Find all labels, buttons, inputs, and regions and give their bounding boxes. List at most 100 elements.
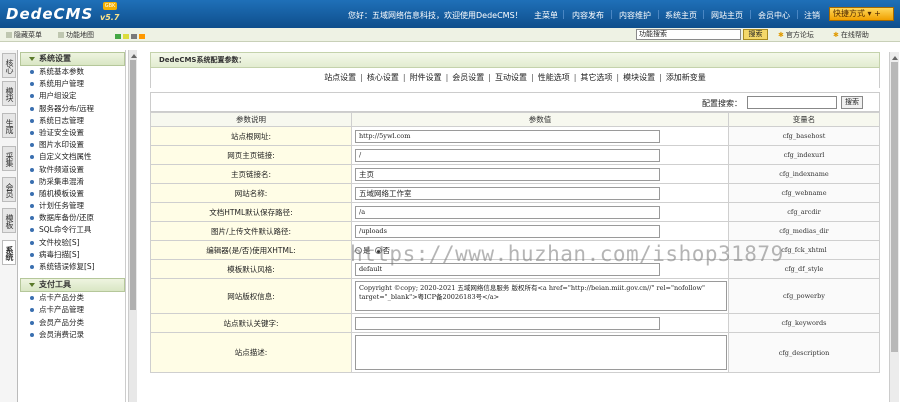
sidebar-item[interactable]: 会员消费记录 [20, 329, 125, 341]
function-map-button[interactable]: 功能地图 [58, 30, 94, 40]
sidebar-item[interactable]: 服务器分布/远程 [20, 103, 125, 115]
scroll-thumb[interactable] [130, 60, 136, 310]
function-search-input[interactable]: 功能搜索 [636, 29, 741, 40]
sidebar-item[interactable]: 病毒扫描[S] [20, 249, 125, 261]
param-value-input[interactable]: 主页 [355, 167, 660, 181]
param-label: 图片/上传文件默认路径: [150, 221, 352, 241]
nav-system-home[interactable]: 系统主页 [665, 10, 697, 21]
vtab-system[interactable]: 系统 [2, 240, 16, 265]
param-value-input[interactable]: http://5ywl.com [355, 129, 660, 143]
sidebar-item[interactable]: 系统日志管理 [20, 115, 125, 127]
main-scrollbar[interactable] [889, 52, 899, 402]
version-label: v5.7 [100, 13, 120, 22]
quick-menu-button[interactable]: 快捷方式 ▾ + [829, 7, 894, 21]
param-variable: cfg_indexname [728, 164, 880, 184]
sidebar-item[interactable]: 随机模板设置 [20, 188, 125, 200]
forum-link[interactable]: ✱ 官方论坛 [778, 30, 814, 40]
swatch-gray[interactable] [131, 34, 137, 39]
sidebar-item[interactable]: 图片水印设置 [20, 139, 125, 151]
sidebar-item[interactable]: SQL命令行工具 [20, 224, 125, 236]
sidebar-item[interactable]: 系统基本参数 [20, 66, 125, 78]
sidebar-scrollbar[interactable] [128, 50, 137, 402]
config-tab[interactable]: 性能选项 [535, 68, 573, 88]
config-tabs: 站点设置 | 核心设置 | 附件设置 | 会员设置 | 互动设置 | 性能选项 | 其它选项 | 模块设置 |… [150, 68, 880, 88]
help-link[interactable]: ✱ 在线帮助 [833, 30, 869, 40]
config-tab[interactable]: 附件设置 [407, 68, 445, 88]
param-label: 站点默认关键字: [150, 313, 352, 333]
config-tab[interactable]: 添加新变量 [663, 68, 709, 88]
hide-menu-button[interactable]: 隐藏菜单 [6, 30, 42, 40]
sidebar-item[interactable]: 文件校验[S] [20, 237, 125, 249]
vtab-collect[interactable]: 采集 [2, 146, 16, 171]
group-payment-tools[interactable]: 支付工具 [20, 278, 125, 293]
sidebar-item[interactable]: 会员产品分类 [20, 317, 125, 329]
scroll-up-icon[interactable] [131, 51, 137, 58]
nav-publish[interactable]: 内容发布 [572, 10, 604, 21]
sidebar-item[interactable]: 防采集串混淆 [20, 176, 125, 188]
param-value-textarea[interactable] [355, 335, 727, 370]
config-search-label: 配置搜索： [702, 99, 742, 108]
sidebar-item[interactable]: 用户组设定 [20, 90, 125, 102]
nav-maintain[interactable]: 内容维护 [619, 10, 651, 21]
vtab-generate[interactable]: 生成 [2, 113, 16, 138]
table-row: 站点根网址: http://5ywl.com cfg_basehost [150, 126, 880, 146]
param-value-textarea[interactable]: Copyright ©copy; 2020-2021 五域网络信息服务 版权所有… [355, 281, 727, 311]
config-tab[interactable]: 其它选项 [577, 68, 615, 88]
param-value-cell: Copyright ©copy; 2020-2021 五域网络信息服务 版权所有… [351, 278, 729, 314]
sidebar-item[interactable]: 数据库备份/还原 [20, 212, 125, 224]
config-tab[interactable]: 站点设置 [321, 68, 359, 88]
payment-menu: 点卡产品分类 点卡产品管理 会员产品分类 会员消费记录 [20, 292, 125, 341]
param-label: 主页链接名: [150, 164, 352, 184]
sidebar-item[interactable]: 点卡产品分类 [20, 292, 125, 304]
param-value-input[interactable]: / [355, 148, 660, 162]
param-value-input[interactable]: /uploads [355, 224, 660, 238]
vtab-modules[interactable]: 模块 [2, 81, 16, 106]
config-search-input[interactable] [747, 96, 837, 109]
param-label: 站点描述: [150, 332, 352, 373]
table-row: 网页主页链接: / cfg_indexurl [150, 145, 880, 165]
swatch-yellow[interactable] [123, 34, 129, 39]
scroll-up-icon[interactable] [892, 53, 898, 60]
watermark: https://www.huzhan.com/ishop31879 [350, 242, 784, 266]
version-badge: GBK [103, 2, 117, 10]
sidebar-item[interactable]: 系统用户管理 [20, 78, 125, 90]
function-search-button[interactable]: 搜索 [743, 29, 768, 40]
param-value-input[interactable]: /a [355, 205, 660, 219]
swatch-orange[interactable] [139, 34, 145, 39]
param-value-cell: 五域网络工作室 [351, 183, 729, 203]
sidebar-item[interactable]: 自定义文档属性 [20, 151, 125, 163]
top-header: DedeCMS GBK v5.7 您好：五域网络信息科技，欢迎使用DedeCMS… [0, 0, 900, 28]
nav-site-home[interactable]: 网站主页 [711, 10, 743, 21]
param-value-cell: 主页 [351, 164, 729, 184]
param-label: 网站版权信息: [150, 278, 352, 314]
nav-member-center[interactable]: 会员中心 [758, 10, 790, 21]
table-row: 站点默认关键字: cfg_keywords [150, 313, 880, 333]
config-tab[interactable]: 核心设置 [364, 68, 402, 88]
param-value-input[interactable] [355, 316, 660, 330]
sidebar-item[interactable]: 验证安全设置 [20, 127, 125, 139]
param-variable: cfg_arcdir [728, 202, 880, 222]
config-tab[interactable]: 模块设置 [620, 68, 658, 88]
sidebar-item[interactable]: 软件频道设置 [20, 164, 125, 176]
scroll-thumb[interactable] [891, 62, 898, 352]
column-header: 变量名 [728, 112, 880, 127]
table-header: 参数说明 参数值 变量名 [150, 112, 880, 127]
sidebar-item[interactable]: 点卡产品管理 [20, 304, 125, 316]
swatch-green[interactable] [115, 34, 121, 39]
param-value-input[interactable]: 五域网络工作室 [355, 186, 660, 200]
param-label: 网站名称: [150, 183, 352, 203]
nav-main-menu[interactable]: 主菜单 [534, 10, 558, 21]
sidebar-item[interactable]: 系统错误修复[S] [20, 261, 125, 273]
config-tab[interactable]: 互动设置 [492, 68, 530, 88]
group-system-settings[interactable]: 系统设置 [20, 52, 125, 66]
vtab-core[interactable]: 核心 [2, 53, 16, 78]
theme-swatches[interactable] [115, 32, 147, 41]
sidebar: 系统设置 系统基本参数 系统用户管理 用户组设定 服务器分布/远程 系统日志管理 验证安全… [20, 50, 126, 402]
sidebar-item[interactable]: 计划任务管理 [20, 200, 125, 212]
config-search-button[interactable]: 搜索 [841, 96, 863, 109]
vtab-member[interactable]: 会员 [2, 177, 16, 202]
nav-logout[interactable]: 注销 [804, 10, 820, 21]
vtab-template[interactable]: 模板 [2, 208, 16, 233]
column-header: 参数说明 [150, 112, 352, 127]
config-tab[interactable]: 会员设置 [449, 68, 487, 88]
